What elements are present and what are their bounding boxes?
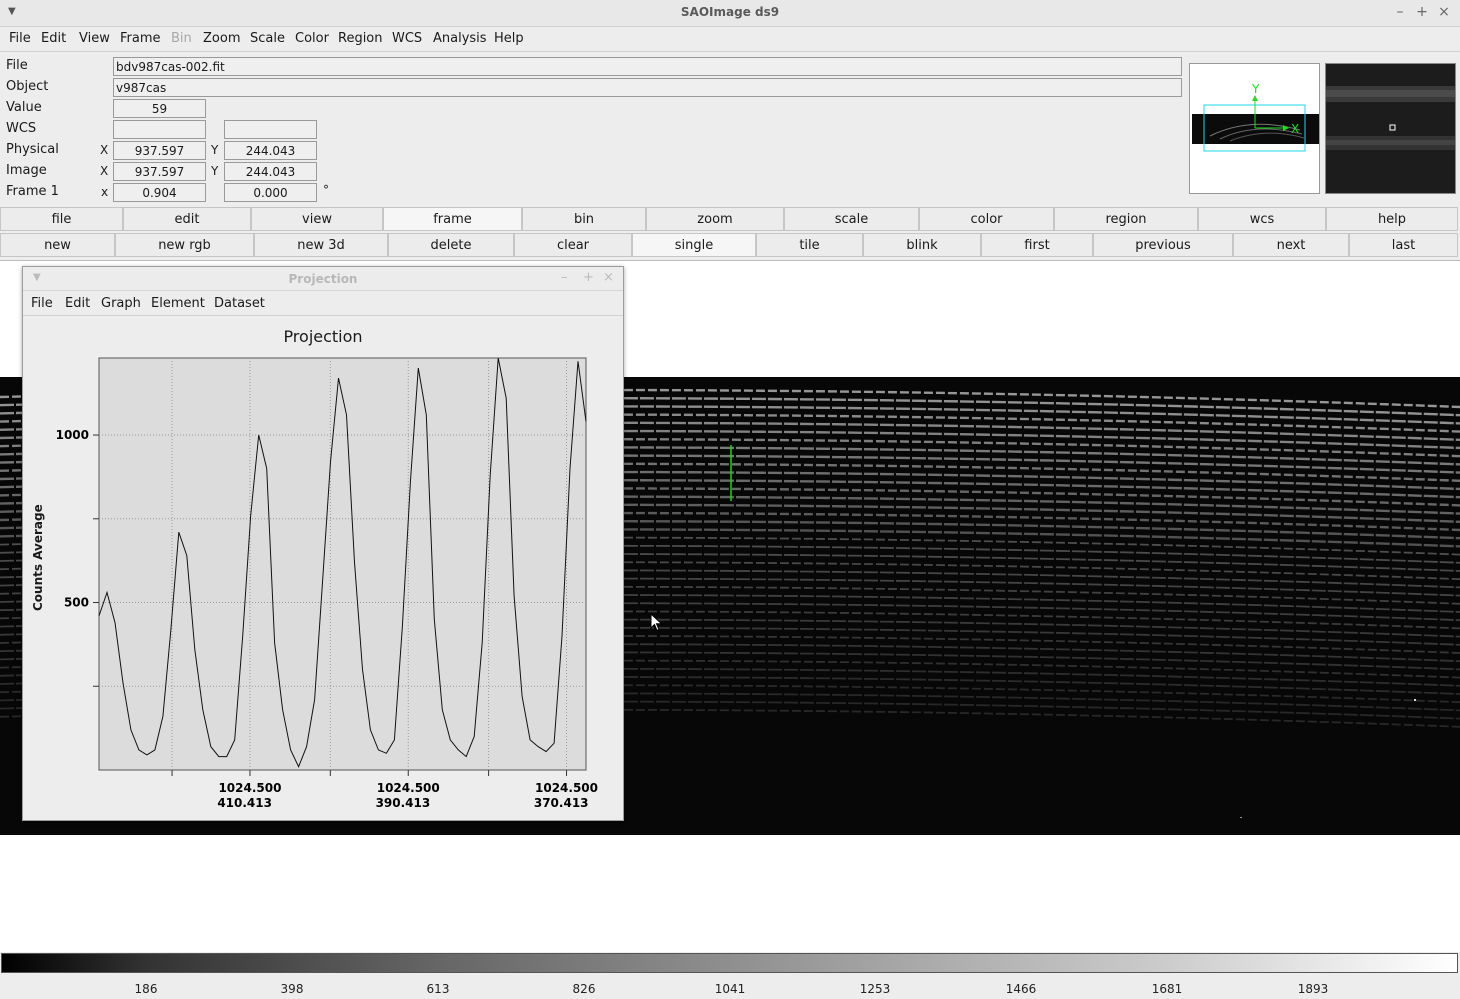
colorbar-tick: 826	[572, 982, 596, 996]
y-tick-label: 1000	[56, 428, 89, 442]
projection-graph[interactable]: 50010001024.500410.4131024.500390.413102…	[23, 267, 623, 820]
panner-x-label: X	[1291, 122, 1299, 136]
menu-view[interactable]: View	[79, 31, 110, 46]
x-tick-label: 370.413	[534, 796, 589, 810]
button-new-3d[interactable]: new 3d	[254, 233, 388, 257]
colorbar-tick: 186	[134, 982, 158, 996]
button-scale[interactable]: scale	[784, 207, 919, 231]
button-edit[interactable]: edit	[123, 207, 251, 231]
button-last[interactable]: last	[1349, 233, 1458, 257]
maximize-icon[interactable]: +	[1414, 4, 1430, 20]
button-previous[interactable]: previous	[1093, 233, 1233, 257]
angle-unit: °	[323, 183, 329, 197]
panner[interactable]: Y X	[1189, 63, 1320, 194]
button-frame[interactable]: frame	[383, 207, 522, 231]
title-bar: ▼ SAOImage ds9 – + ×	[0, 0, 1460, 27]
y-tick-label: 500	[64, 596, 89, 610]
minimize-icon[interactable]: –	[1392, 4, 1408, 20]
button-clear[interactable]: clear	[514, 233, 632, 257]
mouse-cursor-icon	[650, 613, 663, 632]
button-bin[interactable]: bin	[522, 207, 646, 231]
object-value: v987cas	[113, 78, 1182, 97]
wcs-value-2	[224, 120, 317, 139]
x-tick-label: 1024.500	[535, 781, 598, 795]
frame-x-axis-label: x	[101, 185, 109, 199]
button-zoom[interactable]: zoom	[646, 207, 784, 231]
colorbar-tick: 1893	[1297, 982, 1329, 996]
menu-color[interactable]: Color	[295, 31, 329, 46]
frame-angle-value: 0.000	[224, 183, 317, 202]
button-delete[interactable]: delete	[388, 233, 514, 257]
x-tick-label: 1024.500	[218, 781, 281, 795]
menu-help[interactable]: Help	[494, 31, 524, 46]
colorbar-tick: 398	[280, 982, 304, 996]
button-bar-major: file edit view frame bin zoom scale colo…	[0, 207, 1460, 231]
file-value: bdv987cas-002.fit	[113, 57, 1182, 76]
menu-analysis[interactable]: Analysis	[433, 31, 487, 46]
magnifier	[1325, 63, 1456, 194]
menu-scale[interactable]: Scale	[250, 31, 285, 46]
image-x-value: 937.597	[113, 162, 206, 181]
wcs-label: WCS	[6, 121, 37, 136]
colorbar[interactable]	[1, 953, 1458, 973]
physical-y-value: 244.043	[224, 141, 317, 160]
frame-label: Frame 1	[6, 184, 59, 199]
magnifier-view	[1326, 64, 1455, 193]
value-label: Value	[6, 100, 42, 115]
colorbar-tick: 613	[426, 982, 450, 996]
button-first[interactable]: first	[981, 233, 1093, 257]
pixel-value: 59	[113, 99, 206, 118]
colorbar-tick: 1041	[714, 982, 746, 996]
menu-region[interactable]: Region	[338, 31, 383, 46]
x-tick-label: 390.413	[376, 796, 431, 810]
button-region[interactable]: region	[1054, 207, 1198, 231]
image-y-value: 244.043	[224, 162, 317, 181]
menu-edit[interactable]: Edit	[41, 31, 66, 46]
physical-x-axis-label: X	[100, 143, 109, 157]
x-tick-label: 1024.500	[377, 781, 440, 795]
menu-bin: Bin	[171, 31, 192, 46]
colorbar-tick: 1681	[1151, 982, 1183, 996]
physical-x-value: 937.597	[113, 141, 206, 160]
image-x-axis-label: X	[100, 164, 109, 178]
button-help[interactable]: help	[1326, 207, 1458, 231]
projection-window[interactable]: ▼ Projection – + × File Edit Graph Eleme…	[22, 266, 624, 821]
physical-label: Physical	[6, 142, 59, 157]
button-next[interactable]: next	[1233, 233, 1349, 257]
panner-view: Y X	[1192, 82, 1319, 152]
menu-file[interactable]: File	[9, 31, 31, 46]
button-tile[interactable]: tile	[756, 233, 863, 257]
object-label: Object	[6, 79, 49, 94]
button-file[interactable]: file	[0, 207, 123, 231]
colorbar-tick: 1466	[1005, 982, 1037, 996]
frame-zoom-value: 0.904	[113, 183, 206, 202]
panner-y-label: Y	[1251, 82, 1260, 96]
image-label: Image	[6, 163, 47, 178]
wcs-value-1	[113, 120, 206, 139]
button-view[interactable]: view	[251, 207, 383, 231]
button-bar-minor: new new rgb new 3d delete clear single t…	[0, 233, 1460, 257]
button-color[interactable]: color	[919, 207, 1054, 231]
button-blink[interactable]: blink	[863, 233, 981, 257]
colorbar-tick: 1253	[859, 982, 891, 996]
button-new[interactable]: new	[0, 233, 115, 257]
menu-zoom[interactable]: Zoom	[203, 31, 240, 46]
file-label: File	[6, 58, 28, 73]
menu-frame[interactable]: Frame	[120, 31, 161, 46]
physical-y-axis-label: Y	[211, 143, 219, 157]
button-single[interactable]: single	[632, 233, 756, 257]
button-wcs[interactable]: wcs	[1198, 207, 1326, 231]
window-title: SAOImage ds9	[680, 5, 780, 19]
menu-wcs[interactable]: WCS	[392, 31, 422, 46]
button-new-rgb[interactable]: new rgb	[115, 233, 254, 257]
menu-bar: File Edit View Frame Bin Zoom Scale Colo…	[0, 28, 1460, 52]
x-tick-label: 410.413	[217, 796, 272, 810]
image-y-axis-label: Y	[211, 164, 219, 178]
close-icon[interactable]: ×	[1436, 4, 1452, 20]
